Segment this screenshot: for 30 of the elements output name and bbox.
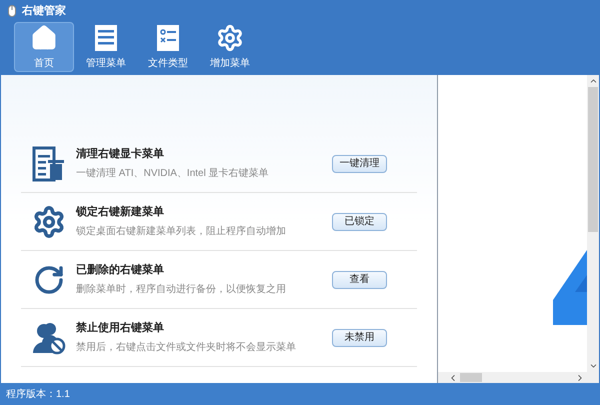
document-trash-icon	[32, 146, 66, 182]
action-button[interactable]: 一键清理	[332, 154, 387, 172]
action-button[interactable]: 查看	[332, 270, 387, 288]
feature-title: 锁定右键新建菜单	[76, 204, 165, 220]
toolbar-tab[interactable]: 增加菜单	[200, 22, 260, 72]
toolbar-tab[interactable]: 文件类型	[138, 22, 198, 72]
window-title: 右键管家	[22, 4, 66, 19]
checklist-icon	[156, 24, 180, 52]
action-button[interactable]: 已锁定	[332, 212, 387, 230]
feature-title: 已删除的右键菜单	[76, 262, 165, 278]
user-ban-icon	[32, 320, 66, 354]
feature-title: 清理右键显卡菜单	[76, 146, 165, 162]
mouse-icon	[8, 5, 16, 17]
gear-icon	[32, 204, 66, 238]
home-icon	[30, 24, 58, 52]
status-text: 程序版本：1.1	[6, 388, 70, 402]
feature-description: 一键清理 ATI、NVIDIA、Intel 显卡右键菜单	[76, 166, 270, 182]
toolbar-tab[interactable]: 管理菜单	[76, 22, 136, 72]
scrollbar-thumb[interactable]	[588, 87, 598, 232]
list-icon	[94, 24, 118, 52]
action-button[interactable]: 未禁用	[332, 328, 387, 346]
feature-description: 锁定桌面右键新建菜单列表，阻止程序自动增加	[76, 224, 287, 240]
rotate-icon	[33, 264, 65, 296]
gear-icon	[216, 24, 244, 52]
feature-description: 删除菜单时，程序自动进行备份，以便恢复之用	[76, 282, 287, 298]
scrollbar-thumb[interactable]	[460, 373, 482, 382]
feature-description: 禁用后，右键点击文件或文件夹时将不会显示菜单	[76, 340, 297, 356]
feature-title: 禁止使用右键菜单	[76, 320, 165, 336]
vertical-scrollbar[interactable]	[587, 75, 599, 372]
horizontal-scrollbar[interactable]	[438, 372, 599, 383]
